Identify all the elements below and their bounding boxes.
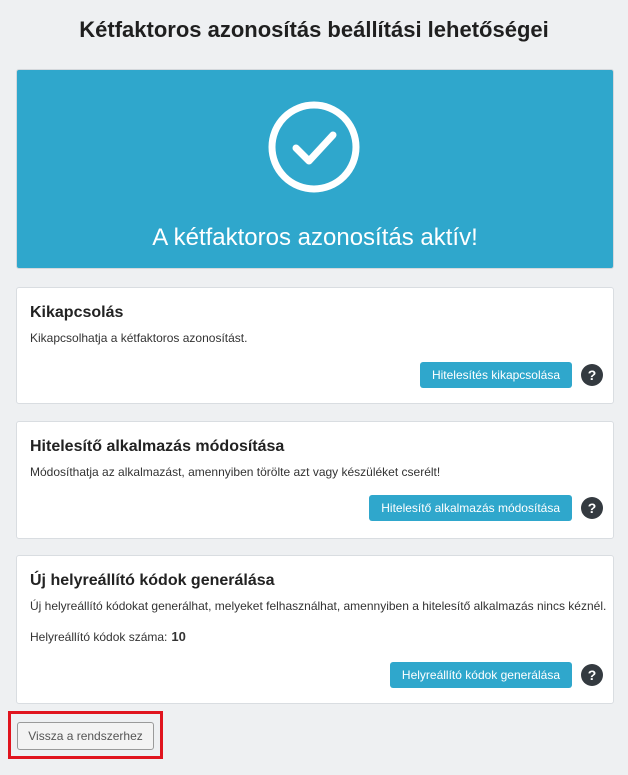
card-title: Új helyreállító kódok generálása bbox=[30, 572, 275, 589]
card-description: Kikapcsolhatja a kétfaktoros azonosítást… bbox=[30, 331, 248, 345]
generate-codes-button[interactable]: Helyreállító kódok generálása bbox=[389, 662, 572, 688]
card-description: Módosíthatja az alkalmazást, amennyiben … bbox=[30, 465, 441, 479]
page-title: Kétfaktoros azonosítás beállítási lehető… bbox=[79, 17, 549, 42]
help-icon[interactable]: ? bbox=[581, 664, 603, 686]
card-description: Új helyreállító kódokat generálhat, mely… bbox=[30, 599, 607, 613]
card-title: Kikapcsolás bbox=[30, 304, 124, 321]
disable-auth-button[interactable]: Hitelesítés kikapcsolása bbox=[419, 362, 572, 388]
card-title: Hitelesítő alkalmazás módosítása bbox=[30, 438, 285, 455]
recovery-code-count: Helyreállító kódok száma: 10 bbox=[30, 629, 186, 644]
disable-card: Kikapcsolás Kikapcsolhatja a kétfaktoros… bbox=[16, 287, 614, 404]
change-app-button[interactable]: Hitelesítő alkalmazás módosítása bbox=[369, 495, 572, 521]
check-circle-icon bbox=[268, 101, 360, 193]
help-icon[interactable]: ? bbox=[581, 497, 603, 519]
back-button-highlight: Vissza a rendszerhez bbox=[8, 711, 163, 759]
count-value: 10 bbox=[171, 629, 186, 644]
change-app-card: Hitelesítő alkalmazás módosítása Módosít… bbox=[16, 421, 614, 539]
count-label: Helyreállító kódok száma: bbox=[30, 630, 168, 644]
status-banner: A kétfaktoros azonosítás aktív! bbox=[16, 69, 614, 269]
recovery-codes-card: Új helyreállító kódok generálása Új hely… bbox=[16, 555, 614, 704]
help-icon[interactable]: ? bbox=[581, 364, 603, 386]
back-to-system-button[interactable]: Vissza a rendszerhez bbox=[17, 722, 154, 750]
status-text: A kétfaktoros azonosítás aktív! bbox=[152, 224, 478, 251]
